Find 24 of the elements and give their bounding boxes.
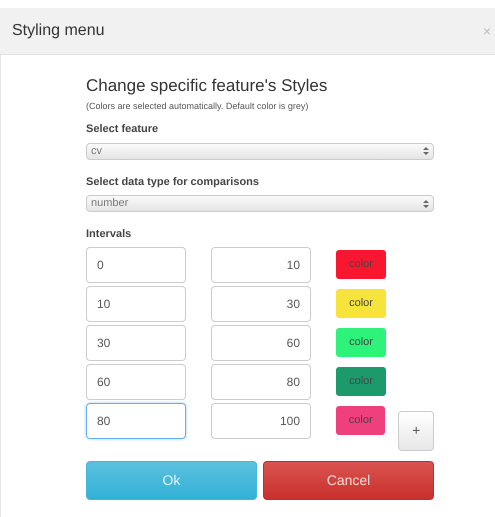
data-type-select[interactable]: number [86,195,434,212]
to-input[interactable]: 30 [211,286,311,322]
field-label: Intervals [86,227,132,242]
field-label: Select data type for comparisons [86,174,260,190]
from-input[interactable]: 80 [86,402,186,439]
color-button[interactable]: color [336,328,386,358]
color-button[interactable]: color [336,289,386,318]
to-input[interactable]: 80 [211,364,311,400]
dialog-title: Styling menu [12,21,104,41]
section-heading: Change specific feature's Styles [86,77,328,96]
to-input[interactable]: 60 [211,324,311,361]
cancel-button[interactable]: Cancel [263,460,434,500]
field-label: Select feature [86,122,160,138]
from-input[interactable]: 60 [86,364,186,400]
to-input[interactable]: 100 [211,402,311,439]
from-input[interactable]: 10 [86,286,186,322]
to-input[interactable]: 10 [211,246,311,283]
spinner-icon [423,198,429,209]
from-input[interactable]: 0 [86,246,186,283]
spinner-icon [423,146,429,156]
hint-text: (Colors are selected automatically. Default color is grey) [86,100,310,113]
add-button[interactable]: + [398,410,434,451]
feature-select[interactable]: cv [86,142,434,160]
from-input[interactable]: 30 [86,324,186,361]
